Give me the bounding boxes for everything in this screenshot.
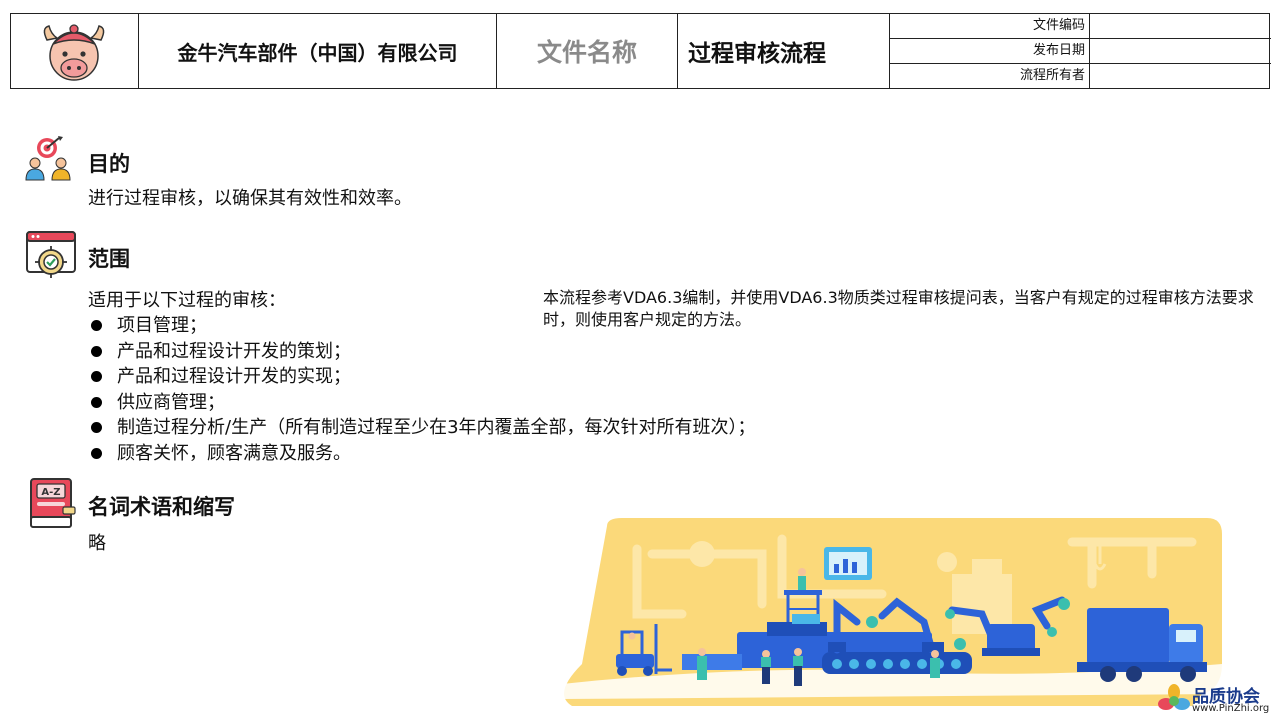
terms-title: 名词术语和缩写 — [88, 495, 235, 519]
scope-intro: 适用于以下过程的审核： — [88, 290, 286, 311]
list-item: 产品和过程设计开发的实现； — [88, 364, 756, 390]
meta-label: 发布日期 — [890, 39, 1090, 63]
meta-value — [1090, 64, 1271, 89]
watermark-url: www.PinZhi.org — [1192, 703, 1270, 714]
document-header: 金牛汽车部件（中国）有限公司 文件名称 过程审核流程 文件编码 发布日期 流程所… — [10, 13, 1271, 89]
factory-production-line-illustration — [562, 518, 1222, 706]
meta-table: 文件编码 发布日期 流程所有者 — [890, 14, 1271, 89]
colorful-petal-logo-icon — [1158, 684, 1190, 710]
meta-row-doc-code: 文件编码 — [890, 14, 1271, 39]
meta-row-owner: 流程所有者 — [890, 64, 1271, 89]
purpose-text: 进行过程审核，以确保其有效性和效率。 — [88, 188, 412, 209]
terms-text: 略 — [88, 533, 106, 554]
scope-list: 项目管理； 产品和过程设计开发的策划； 产品和过程设计开发的实现； 供应商管理；… — [88, 313, 756, 466]
doc-name-label: 文件名称 — [497, 14, 678, 88]
meta-label: 文件编码 — [890, 14, 1090, 38]
list-item: 制造过程分析/生产（所有制造过程至少在3年内覆盖全部，每次针对所有班次）； — [88, 415, 756, 441]
list-item: 顾客关怀，顾客满意及服务。 — [88, 441, 756, 467]
meta-value — [1090, 39, 1271, 63]
logo-cell — [11, 14, 139, 88]
purpose-title: 目的 — [88, 152, 130, 176]
dictionary-book-icon: A-Z — [30, 478, 76, 528]
meta-row-release-date: 发布日期 — [890, 39, 1271, 64]
list-item: 供应商管理； — [88, 390, 756, 416]
list-item: 产品和过程设计开发的策划； — [88, 339, 756, 365]
scope-note: 本流程参考VDA6.3编制，并使用VDA6.3物质类过程审核提问表，当客户有规定… — [543, 288, 1254, 329]
meta-label: 流程所有者 — [890, 64, 1090, 89]
company-name: 金牛汽车部件（中国）有限公司 — [139, 14, 497, 88]
target-team-icon — [25, 136, 71, 181]
scope-title: 范围 — [88, 247, 130, 271]
pinzhi-watermark: 品质协会 www.PinZhi.org — [1158, 682, 1278, 718]
meta-value — [1090, 14, 1271, 38]
browser-target-icon — [26, 231, 76, 278]
doc-name: 过程审核流程 — [678, 14, 890, 88]
bull-mascot-icon — [43, 24, 105, 81]
book-icon-text: A-Z — [41, 487, 60, 498]
